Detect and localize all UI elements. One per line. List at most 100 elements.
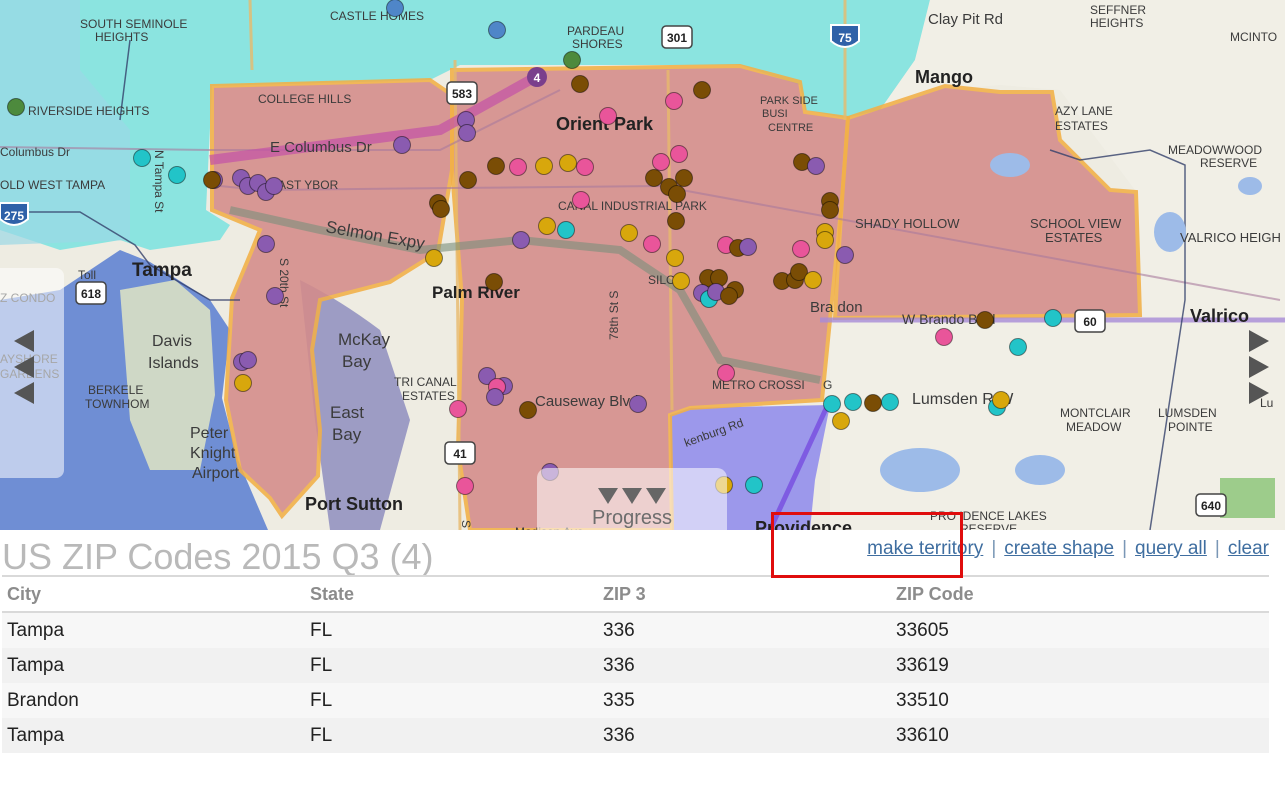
cell-zip-code: 33619 (891, 648, 1269, 683)
map-point-purple[interactable] (807, 157, 825, 175)
pan-right-arrows-icon[interactable] (1249, 330, 1269, 352)
make-territory-link[interactable]: make territory (867, 538, 983, 559)
pan-left-arrows-icon[interactable] (14, 356, 34, 378)
map-point-pink[interactable] (449, 400, 467, 418)
map-point-pink[interactable] (717, 364, 735, 382)
map-point-pink[interactable] (792, 240, 810, 258)
map-point-brown[interactable] (821, 201, 839, 219)
map-point-purple[interactable] (512, 231, 530, 249)
query-all-link[interactable]: query all (1135, 538, 1207, 559)
map-point-brown[interactable] (459, 171, 477, 189)
map-point-purple[interactable] (266, 287, 284, 305)
map-point-purple[interactable] (257, 235, 275, 253)
map-point-brown[interactable] (693, 81, 711, 99)
map-point-purple[interactable] (836, 246, 854, 264)
map-place-label: ESTATES (1045, 230, 1103, 245)
map-point-cyan[interactable] (133, 149, 151, 167)
map-point-brown[interactable] (432, 200, 450, 218)
map-point-purple[interactable] (265, 177, 283, 195)
map-point-pink[interactable] (576, 158, 594, 176)
map-point-purple[interactable] (393, 136, 411, 154)
map-point-purple[interactable] (739, 238, 757, 256)
map-point-brown[interactable] (571, 75, 589, 93)
map-point-gold[interactable] (620, 224, 638, 242)
lake (880, 448, 960, 492)
map-point-brown[interactable] (667, 212, 685, 230)
map-point-gold[interactable] (425, 249, 443, 267)
map-point-cyan[interactable] (168, 166, 186, 184)
map-point-gold[interactable] (672, 272, 690, 290)
map-point-brown[interactable] (668, 185, 686, 203)
map-point-blue[interactable] (386, 0, 404, 17)
map-point-pink[interactable] (670, 145, 688, 163)
pan-right-arrows-icon[interactable] (1249, 356, 1269, 378)
map-point-green[interactable] (563, 51, 581, 69)
map-point-gold[interactable] (804, 271, 822, 289)
map-point-cyan[interactable] (844, 393, 862, 411)
clear-link[interactable]: clear (1228, 538, 1269, 559)
map-point-purple[interactable] (486, 388, 504, 406)
map-point-cyan[interactable] (823, 395, 841, 413)
map-point-cyan[interactable] (881, 393, 899, 411)
pan-right-control[interactable] (1235, 320, 1285, 430)
map-point-purple[interactable] (458, 124, 476, 142)
map-point-brown[interactable] (203, 171, 221, 189)
map-point-brown[interactable] (720, 287, 738, 305)
map-place-label: SCHOOL VIEW (1030, 216, 1122, 231)
column-header-zip-code[interactable]: ZIP Code (891, 575, 1269, 613)
map-point-purple[interactable] (239, 351, 257, 369)
map-point-pink[interactable] (572, 191, 590, 209)
map-point-brown[interactable] (485, 273, 503, 291)
svg-text:618: 618 (81, 287, 101, 301)
pan-left-control[interactable] (0, 268, 64, 478)
map-point-cyan[interactable] (1044, 309, 1062, 327)
cell-state: FL (305, 718, 598, 753)
map-place-label: SOUTH SEMINOLE (80, 17, 187, 31)
progress-control[interactable]: Progress (537, 468, 727, 530)
column-header-state[interactable]: State (305, 575, 598, 613)
map-point-gold[interactable] (234, 374, 252, 392)
map-point-brown[interactable] (976, 311, 994, 329)
map-point-pink[interactable] (456, 477, 474, 495)
map-point-purple[interactable] (629, 395, 647, 413)
table-row[interactable]: Tampa FL 336 33605 (2, 612, 1269, 648)
map-point-pink[interactable] (652, 153, 670, 171)
map-point-cyan[interactable] (745, 476, 763, 494)
map-point-blue[interactable] (488, 21, 506, 39)
map-point-gold[interactable] (666, 249, 684, 267)
create-shape-link[interactable]: create shape (1004, 538, 1114, 559)
map-canvas[interactable]: SOUTH SEMINOLEHEIGHTSCASTLE HOMESPARDEAU… (0, 0, 1285, 530)
map-point-gold[interactable] (992, 391, 1010, 409)
map-point-pink[interactable] (509, 158, 527, 176)
pan-right-arrows-icon[interactable] (1249, 382, 1269, 404)
table-row[interactable]: Tampa FL 336 33619 (2, 648, 1269, 683)
map-point-brown[interactable] (645, 169, 663, 187)
map-point-cyan[interactable] (557, 221, 575, 239)
map-place-label: Toll (78, 268, 96, 282)
column-header-city[interactable]: City (2, 575, 305, 613)
map-point-brown[interactable] (864, 394, 882, 412)
map-place-label: S 50th (459, 520, 473, 530)
map-point-brown[interactable] (675, 169, 693, 187)
map-point-gold[interactable] (559, 154, 577, 172)
map-point-gold[interactable] (535, 157, 553, 175)
map-point-cyan[interactable] (1009, 338, 1027, 356)
table-row[interactable]: Tampa FL 336 33610 (2, 718, 1269, 753)
cell-zip-code: 33605 (891, 612, 1269, 648)
map-point-brown[interactable] (519, 401, 537, 419)
park-area (1220, 478, 1275, 518)
pan-left-arrows-icon[interactable] (14, 382, 34, 404)
map-point-pink[interactable] (599, 107, 617, 125)
map-point-pink[interactable] (935, 328, 953, 346)
map-point-gold[interactable] (832, 412, 850, 430)
map-point-pink[interactable] (665, 92, 683, 110)
map-point-green[interactable] (7, 98, 25, 116)
map-point-brown[interactable] (487, 157, 505, 175)
map-point-pink[interactable] (643, 235, 661, 253)
map-point-gold[interactable] (816, 231, 834, 249)
map-point-gold[interactable] (538, 217, 556, 235)
table-row[interactable]: Brandon FL 335 33510 (2, 683, 1269, 718)
pan-left-arrows-icon[interactable] (14, 330, 34, 352)
column-header-zip3[interactable]: ZIP 3 (598, 575, 891, 613)
map-view[interactable]: SOUTH SEMINOLE HEIGHTS CASTLE HOMES PARDEAU… (0, 0, 1285, 530)
